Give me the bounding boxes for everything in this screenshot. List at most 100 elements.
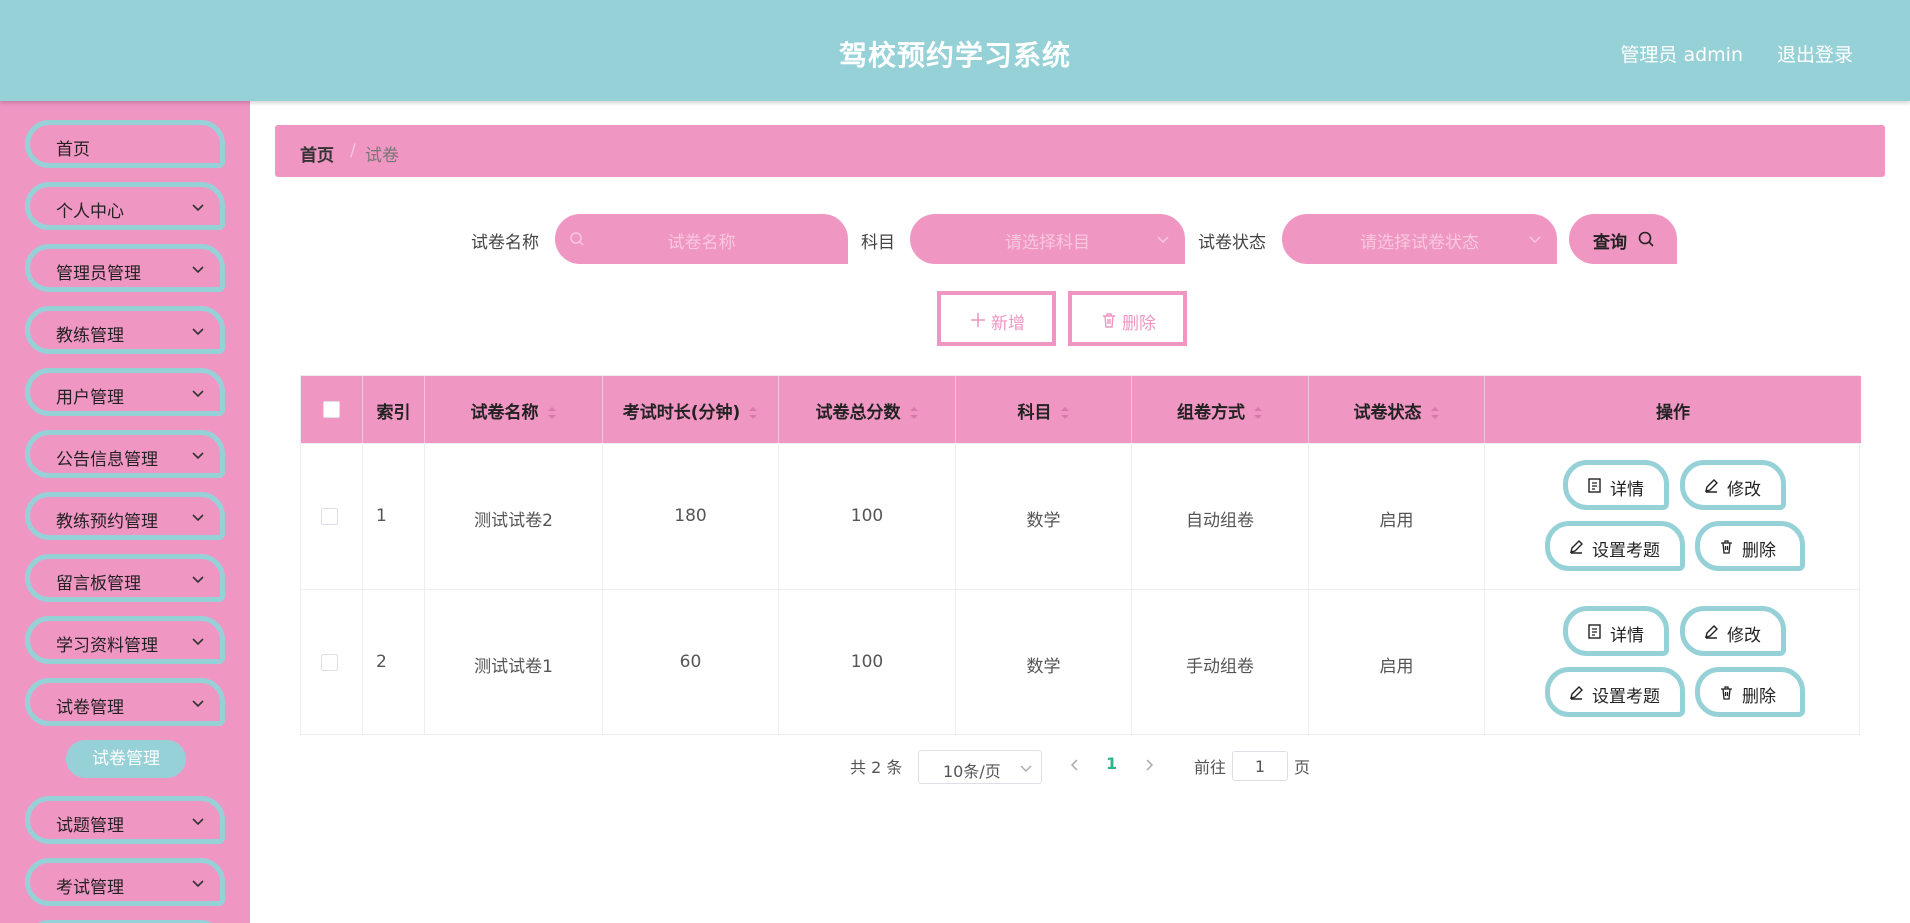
row-select-cell <box>301 444 363 589</box>
delete-button-label: 删除 <box>1742 541 1776 561</box>
row-checkbox[interactable] <box>321 508 338 525</box>
sidebar-item-study-materials[interactable]: 学习资料管理 <box>25 616 225 664</box>
header-label: 科目 <box>1017 403 1052 423</box>
chevron-down-icon <box>192 266 204 274</box>
sort-icon <box>547 407 556 419</box>
chevron-down-icon <box>192 204 204 212</box>
select-all-checkbox[interactable] <box>323 401 340 418</box>
edit-button[interactable]: 修改 <box>1680 606 1786 656</box>
cell-text: 60 <box>679 652 702 672</box>
sidebar-item-admins[interactable]: 管理员管理 <box>25 244 225 292</box>
header-operations: 操作 <box>1485 376 1861 443</box>
row-checkbox[interactable] <box>321 654 338 671</box>
sidebar-item-label: 首页 <box>56 140 90 160</box>
sidebar-item-label: 教练管理 <box>56 326 124 346</box>
header-label: 考试时长(分钟) <box>622 403 741 423</box>
set-questions-button-label: 设置考题 <box>1592 541 1660 561</box>
sort-icon <box>909 407 918 419</box>
edit-button-label: 修改 <box>1727 626 1761 646</box>
add-button[interactable]: 新增 <box>937 291 1056 346</box>
batch-delete-button[interactable]: 删除 <box>1068 291 1187 346</box>
edit-button-label: 修改 <box>1727 480 1761 500</box>
subject-label: 科目 <box>861 233 895 253</box>
header-status[interactable]: 试卷状态 <box>1309 376 1485 443</box>
paper-status-select[interactable]: 请选择试卷状态 <box>1282 214 1557 264</box>
sidebar-item-coach-booking[interactable]: 教练预约管理 <box>25 492 225 540</box>
paper-name-input[interactable]: 试卷名称 <box>555 214 848 264</box>
sidebar-item-label: 教练预约管理 <box>56 512 158 532</box>
sidebar-subitem-papers[interactable]: 试卷管理 <box>66 740 186 778</box>
sidebar-item-message-board[interactable]: 留言板管理 <box>25 554 225 602</box>
cell-status: 启用 <box>1309 444 1485 589</box>
chevron-right-icon[interactable] <box>1142 757 1156 773</box>
header-paper-name[interactable]: 试卷名称 <box>425 376 603 443</box>
pagination-page-1[interactable]: 1 <box>1106 754 1117 773</box>
sort-icon <box>1430 407 1439 419</box>
detail-button[interactable]: 详情 <box>1563 606 1669 656</box>
cell-total-score: 100 <box>779 590 956 735</box>
chevron-down-icon <box>192 818 204 826</box>
breadcrumb-home[interactable]: 首页 <box>300 141 334 166</box>
edit-button[interactable]: 修改 <box>1680 460 1786 510</box>
sidebar-item-users[interactable]: 用户管理 <box>25 368 225 416</box>
cell-text: 数学 <box>1026 657 1061 677</box>
page-size-select[interactable]: 10条/页 <box>918 750 1042 784</box>
papers-table: 索引 试卷名称 考试时长(分钟) 试卷总分数 科目 组卷方式 试卷状态 操作 1… <box>300 375 1861 735</box>
chevron-down-icon <box>192 390 204 398</box>
sort-icon <box>1060 407 1069 419</box>
cell-total-score: 100 <box>779 444 956 589</box>
chevron-down-icon <box>192 452 204 460</box>
chevron-left-icon[interactable] <box>1068 757 1082 773</box>
app-header: 驾校预约学习系统 管理员 admin 退出登录 <box>0 0 1910 101</box>
chevron-down-icon <box>1157 236 1169 244</box>
cell-subject: 数学 <box>956 590 1132 735</box>
sidebar-item-label: 用户管理 <box>56 388 124 408</box>
logout-link[interactable]: 退出登录 <box>1777 40 1853 67</box>
trash-icon <box>1721 686 1732 700</box>
delete-button[interactable]: 删除 <box>1695 667 1805 717</box>
cell-text: 100 <box>850 652 884 672</box>
sidebar-item-questions[interactable]: 试题管理 <box>25 796 225 844</box>
cell-subject: 数学 <box>956 444 1132 589</box>
sidebar-item-label: 试题管理 <box>56 816 124 836</box>
sidebar-item-papers[interactable]: 试卷管理 <box>25 678 225 726</box>
header-total-score[interactable]: 试卷总分数 <box>779 376 956 443</box>
chevron-down-icon <box>192 880 204 888</box>
sidebar-item-label: 学习资料管理 <box>56 636 158 656</box>
cell-operations: 详情 修改 设置考题 删除 <box>1485 590 1861 735</box>
pencil-icon <box>1570 686 1583 700</box>
sidebar-item-label: 试卷管理 <box>56 698 124 718</box>
header-duration[interactable]: 考试时长(分钟) <box>603 376 779 443</box>
pencil-icon <box>1705 479 1718 493</box>
sidebar-item-label: 管理员管理 <box>56 264 141 284</box>
cell-text: 1 <box>376 506 387 526</box>
sidebar-item-profile[interactable]: 个人中心 <box>25 182 225 230</box>
subject-select[interactable]: 请选择科目 <box>910 214 1185 264</box>
sidebar-item-coaches[interactable]: 教练管理 <box>25 306 225 354</box>
set-questions-button[interactable]: 设置考题 <box>1545 521 1685 571</box>
set-questions-button[interactable]: 设置考题 <box>1545 667 1685 717</box>
detail-button[interactable]: 详情 <box>1563 460 1669 510</box>
chevron-down-icon <box>192 700 204 708</box>
sidebar-item-announcements[interactable]: 公告信息管理 <box>25 430 225 478</box>
header-method[interactable]: 组卷方式 <box>1132 376 1309 443</box>
chevron-down-icon <box>192 576 204 584</box>
pencil-icon <box>1570 540 1583 554</box>
cell-index: 2 <box>363 590 425 735</box>
query-button[interactable]: 查询 <box>1569 214 1677 264</box>
sidebar-item-exams[interactable]: 考试管理 <box>25 858 225 906</box>
row-select-cell <box>301 590 363 735</box>
cell-duration: 180 <box>603 444 779 589</box>
chevron-down-icon <box>1529 236 1541 244</box>
sort-icon <box>1254 407 1262 419</box>
header-subject[interactable]: 科目 <box>956 376 1132 443</box>
table-row: 2 测试试卷1 60 100 数学 手动组卷 启用 详情 修改 设置考题 删除 <box>301 589 1861 735</box>
cell-status: 启用 <box>1309 590 1485 735</box>
chevron-down-icon <box>192 328 204 336</box>
pagination-goto-label: 前往 <box>1194 758 1227 777</box>
cell-text: 2 <box>376 652 387 672</box>
delete-button[interactable]: 删除 <box>1695 521 1805 571</box>
header-label: 试卷状态 <box>1353 403 1422 423</box>
pagination-goto-input[interactable] <box>1232 751 1288 781</box>
sidebar-item-home[interactable]: 首页 <box>25 120 225 168</box>
